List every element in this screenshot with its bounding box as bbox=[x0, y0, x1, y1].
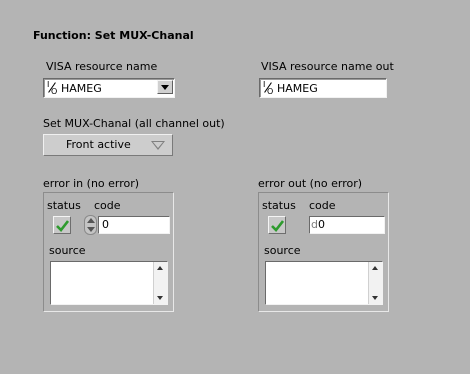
scroll-down-icon[interactable] bbox=[372, 296, 378, 300]
visa-resource-value: HAMEG bbox=[61, 81, 102, 95]
visa-resource-out-field: IO HAMEG bbox=[259, 78, 387, 98]
check-icon bbox=[271, 220, 284, 232]
increment-arrow-icon[interactable] bbox=[87, 218, 95, 223]
chevron-down-icon bbox=[161, 85, 169, 90]
scroll-up-icon[interactable] bbox=[157, 266, 163, 270]
error-out-code-label: code bbox=[309, 199, 336, 212]
mux-label: Set MUX-Chanal (all channel out) bbox=[43, 117, 225, 130]
decrement-arrow-icon[interactable] bbox=[87, 227, 95, 232]
visa-resource-label: VISA resource name bbox=[46, 60, 158, 73]
error-in-status-label: status bbox=[47, 199, 81, 212]
error-in-source-label: source bbox=[49, 244, 86, 257]
error-out-code-field: d0 bbox=[309, 216, 385, 234]
mux-ring-selector[interactable]: Front active bbox=[43, 134, 173, 156]
visa-resource-dropdown-button[interactable] bbox=[157, 80, 173, 94]
error-in-code-label: code bbox=[94, 199, 121, 212]
error-in-cluster: status code 0 source bbox=[43, 192, 174, 312]
visa-io-icon: IO bbox=[47, 80, 58, 96]
scroll-down-icon[interactable] bbox=[157, 296, 163, 300]
error-out-label: error out (no error) bbox=[258, 177, 363, 190]
error-in-label: error in (no error) bbox=[43, 177, 140, 190]
error-in-source-textarea[interactable] bbox=[50, 261, 168, 305]
visa-resource-out-label: VISA resource name out bbox=[261, 60, 394, 73]
visa-resource-input[interactable]: IO HAMEG bbox=[43, 78, 175, 98]
error-in-code-input[interactable]: 0 bbox=[98, 216, 170, 234]
error-out-status-indicator bbox=[268, 216, 286, 234]
ring-arrow-icon bbox=[151, 141, 165, 150]
radix-indicator: d bbox=[311, 218, 318, 231]
check-icon bbox=[56, 220, 69, 232]
page-title: Function: Set MUX-Chanal bbox=[33, 29, 194, 42]
error-in-code-stepper[interactable] bbox=[84, 215, 98, 235]
scroll-up-icon[interactable] bbox=[372, 266, 378, 270]
error-out-source-textarea bbox=[265, 261, 383, 305]
visa-io-icon: IO bbox=[263, 80, 274, 96]
visa-resource-out-value: HAMEG bbox=[277, 81, 318, 95]
error-in-status-checkbox[interactable] bbox=[53, 216, 71, 234]
error-out-source-scrollbar[interactable] bbox=[368, 262, 382, 304]
mux-ring-value: Front active bbox=[66, 138, 131, 151]
error-out-status-label: status bbox=[262, 199, 296, 212]
error-out-code-value: 0 bbox=[317, 218, 325, 231]
error-in-source-scrollbar[interactable] bbox=[153, 262, 167, 304]
error-out-source-label: source bbox=[264, 244, 301, 257]
error-out-cluster: status code d0 source bbox=[258, 192, 389, 312]
